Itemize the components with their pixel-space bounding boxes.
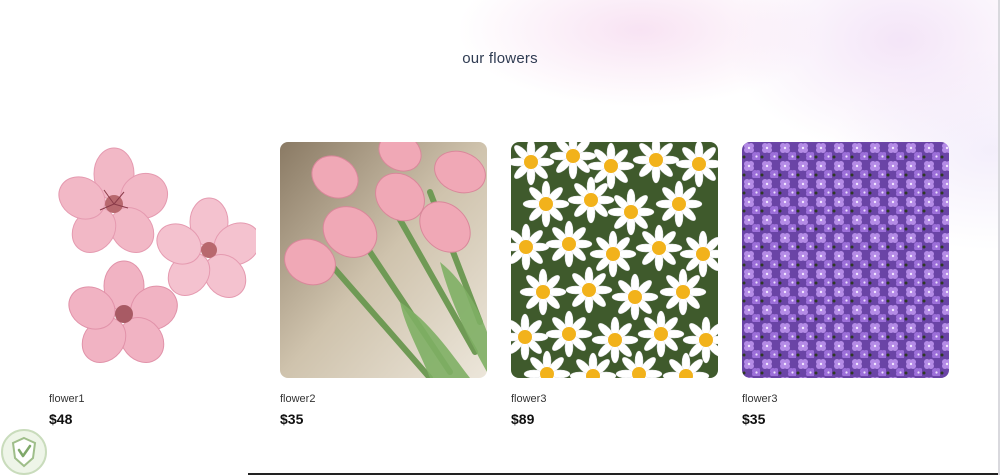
product-price: $89 [511, 411, 535, 427]
product-card-flower3[interactable]: flower3 $89 [511, 142, 719, 427]
product-name[interactable]: flower3 [511, 393, 546, 405]
flowers-page: our flowers flower1 $48 flower2 $35 flow… [0, 0, 1000, 475]
shield-logo-icon [0, 428, 48, 475]
product-price: $48 [49, 411, 73, 427]
cherry-blossom-image[interactable] [49, 142, 256, 378]
product-card-flower4[interactable]: flower3 $35 [742, 142, 950, 427]
product-name[interactable]: flower1 [49, 393, 84, 405]
product-price: $35 [280, 411, 304, 427]
product-price: $35 [742, 411, 766, 427]
product-card-flower2[interactable]: flower2 $35 [280, 142, 488, 427]
daisies-image[interactable] [511, 142, 718, 378]
pink-tulips-image[interactable] [280, 142, 487, 378]
product-card-flower1[interactable]: flower1 $48 [49, 142, 257, 427]
product-name[interactable]: flower2 [280, 393, 315, 405]
purple-flowers-image[interactable] [742, 142, 949, 378]
product-name[interactable]: flower3 [742, 393, 777, 405]
section-title: our flowers [462, 50, 538, 67]
